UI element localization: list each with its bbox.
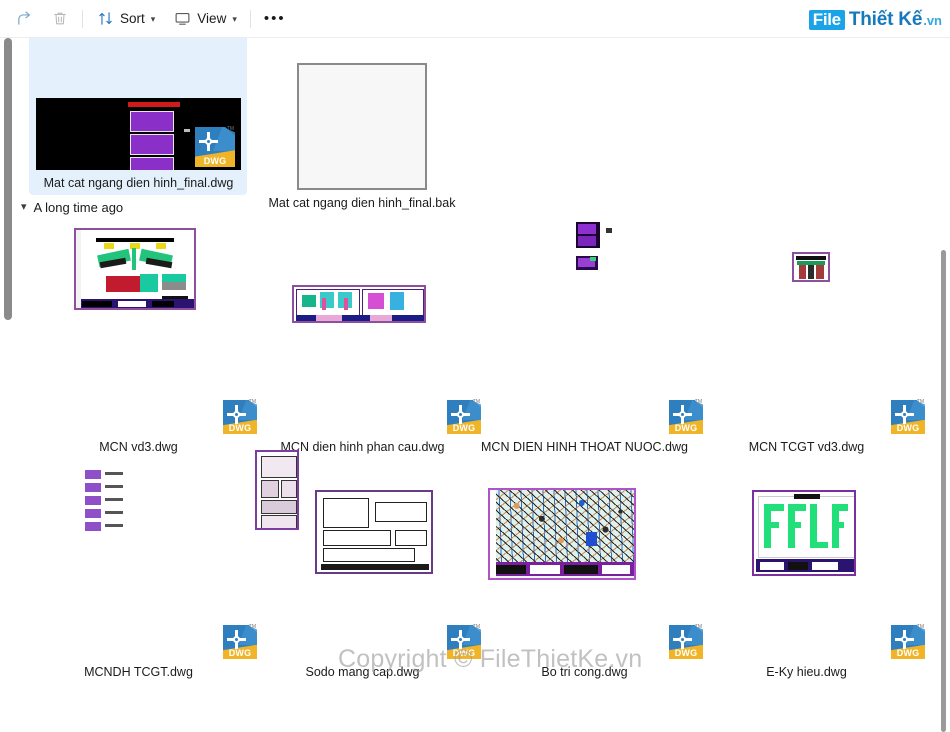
view-label: View <box>197 11 227 26</box>
sort-button[interactable]: Sort ▾ <box>87 4 164 34</box>
chevron-down-icon: ▾ <box>150 14 156 24</box>
share-button[interactable] <box>6 4 42 34</box>
toolbar-separator-1 <box>82 9 83 28</box>
file-label: MCN dien hinh phan cau.dwg <box>280 440 445 454</box>
dwg-badge-text: DWG <box>896 648 920 658</box>
file-label: Mat cat ngang dien hinh_final.dwg <box>43 176 234 190</box>
thumbnail[interactable]: TM DWG <box>704 388 925 434</box>
thumbnail-image <box>85 470 143 532</box>
thumbnail[interactable]: TM DWG <box>36 613 257 659</box>
thumbnail-image <box>315 490 433 574</box>
thumbnail[interactable] <box>297 63 427 190</box>
thumbnail-image <box>752 490 856 576</box>
file-item[interactable] <box>292 285 426 323</box>
file-label: MCNDH TCGT.dwg <box>84 665 193 679</box>
view-button[interactable]: View ▾ <box>164 4 246 34</box>
dwg-file-icon: TM DWG <box>669 400 703 434</box>
thumbnail-image <box>576 222 600 248</box>
dwg-badge-text: DWG <box>896 423 920 433</box>
file-item[interactable]: TM DWG MCN TCGT vd3.dwg <box>704 388 925 455</box>
dwg-badge-text: DWG <box>228 648 252 658</box>
file-item[interactable] <box>752 490 856 576</box>
delete-button[interactable] <box>42 4 78 34</box>
file-grid: TM DWG Mat cat ngang dien hinh_final.dwg… <box>0 38 936 694</box>
file-item[interactable]: TM DWG MCN DIEN HINH THOAT NUOC.dwg <box>481 388 703 455</box>
dwg-badge-text: DWG <box>203 156 227 166</box>
file-item[interactable] <box>255 450 299 530</box>
thumbnail-image <box>792 252 830 282</box>
dwg-file-icon: TM DWG <box>195 127 235 167</box>
site-logo: File Thiết Kế .vn <box>808 9 942 30</box>
group-header[interactable]: ▾ A long time ago <box>21 200 123 215</box>
dwg-file-icon: TM DWG <box>223 625 257 659</box>
ellipsis-icon: ••• <box>263 10 286 27</box>
trash-icon <box>51 10 69 28</box>
dwg-badge-text: DWG <box>674 423 698 433</box>
thumbnail-image <box>576 256 598 270</box>
file-item[interactable] <box>576 222 600 248</box>
thumbnail-image <box>297 63 427 190</box>
thumbnail[interactable]: TM DWG <box>704 613 925 659</box>
file-label: MCN DIEN HINH THOAT NUOC.dwg <box>481 440 688 454</box>
toolbar-separator-2 <box>249 9 251 28</box>
file-item[interactable] <box>606 228 612 233</box>
thumbnail-image <box>74 228 196 310</box>
thumbnail-image <box>292 285 426 323</box>
file-item[interactable] <box>74 228 196 310</box>
file-item[interactable] <box>85 470 143 532</box>
file-item[interactable]: Mat cat ngang dien hinh_final.bak <box>267 63 457 211</box>
file-item[interactable] <box>792 252 830 282</box>
more-button[interactable]: ••• <box>255 4 295 34</box>
file-item[interactable]: TM DWG MCN dien hinh phan cau.dwg <box>260 388 481 455</box>
thumbnail[interactable]: TM DWG <box>482 388 703 434</box>
logo-thietke-text: Thiết Kế <box>848 9 923 30</box>
file-item[interactable]: TM DWG Mat cat ngang dien hinh_final.dwg <box>36 98 241 191</box>
dwg-file-icon: TM DWG <box>891 400 925 434</box>
file-item[interactable]: TM DWG MCN vd3.dwg <box>36 388 257 455</box>
dwg-badge-text: DWG <box>452 423 476 433</box>
file-label: E-Ky hieu.dwg <box>766 665 847 679</box>
file-item[interactable]: TM DWG MCNDH TCGT.dwg <box>36 613 257 680</box>
file-item[interactable] <box>315 490 433 574</box>
sort-label: Sort <box>120 11 145 26</box>
thumbnail-image <box>488 488 636 580</box>
chevron-down-icon: ▾ <box>232 14 237 24</box>
file-label: Mat cat ngang dien hinh_final.bak <box>268 196 456 210</box>
thumbnail[interactable]: TM DWG <box>260 388 481 434</box>
dwg-file-icon: TM DWG <box>223 400 257 434</box>
dwg-badge-text: DWG <box>674 648 698 658</box>
sort-icon <box>96 10 114 28</box>
file-item[interactable]: TM DWG E-Ky hieu.dwg <box>704 613 925 680</box>
toolbar: Sort ▾ View ▾ ••• <box>0 0 950 37</box>
right-scrollbar-track[interactable] <box>936 38 950 732</box>
chevron-down-icon[interactable]: ▾ <box>21 202 27 213</box>
file-label: MCN vd3.dwg <box>99 440 178 454</box>
group-header-label: A long time ago <box>33 200 124 215</box>
thumbnail[interactable]: TM DWG <box>36 388 257 434</box>
logo-file-box: File <box>808 10 845 30</box>
file-item[interactable] <box>488 488 636 580</box>
share-icon <box>15 10 33 28</box>
thumbnail-image <box>606 228 612 233</box>
file-item[interactable] <box>576 256 598 270</box>
thumbnail-image <box>255 450 299 530</box>
dwg-file-icon: TM DWG <box>447 400 481 434</box>
view-icon <box>173 10 191 28</box>
dwg-badge-text: DWG <box>228 423 252 433</box>
logo-tld-text: .vn <box>923 13 942 28</box>
thumbnail[interactable]: TM DWG <box>36 98 241 170</box>
copyright-watermark: Copyright © FileThietKe.vn <box>338 645 643 673</box>
dwg-file-icon: TM DWG <box>891 625 925 659</box>
dwg-file-icon: TM DWG <box>669 625 703 659</box>
file-label: MCN TCGT vd3.dwg <box>748 440 865 454</box>
right-scrollbar-thumb[interactable] <box>941 250 946 732</box>
